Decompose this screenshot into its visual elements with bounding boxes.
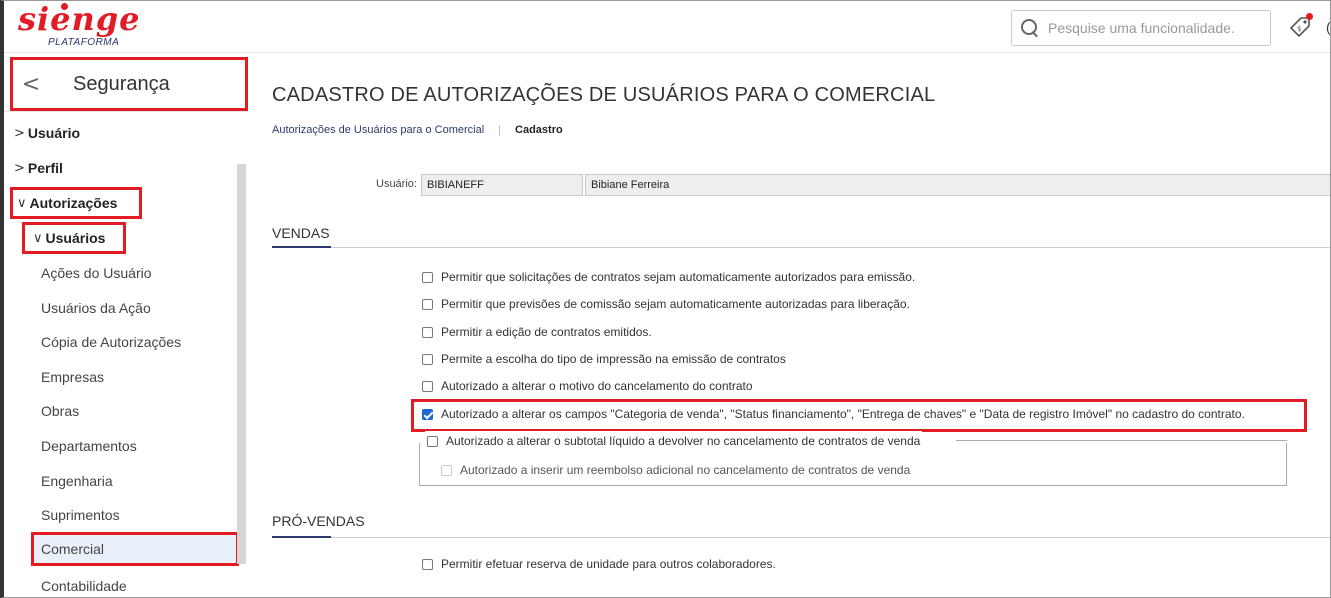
checkbox[interactable] (422, 271, 433, 283)
option-label: Autorizado a alterar o motivo do cancela… (441, 379, 753, 393)
option-label: Autorizado a alterar o subtotal líquido … (446, 434, 921, 448)
svg-text:$: $ (1297, 25, 1301, 33)
breadcrumb-link[interactable]: Autorizações de Usuários para o Comercia… (272, 124, 484, 136)
sidebar-item-autorizacoes[interactable]: ∨ Autorizações (10, 187, 142, 219)
option-label: Autorizado a inserir um reembolso adicio… (460, 463, 911, 477)
checkbox[interactable] (422, 353, 433, 365)
chevron-right-icon: > (14, 160, 25, 176)
sidebar-item-usuarios[interactable]: ∨ Usuários (22, 222, 126, 254)
option-auto-authorize-commission[interactable]: Permitir que previsões de comissão sejam… (422, 294, 910, 314)
logo-wordmark: sienge (18, 0, 141, 38)
sidebar-subitem[interactable]: Departamentos (41, 431, 137, 461)
option-label: Permitir a edição de contratos emitidos. (441, 325, 652, 339)
back-chevron-icon[interactable]: < (13, 72, 49, 97)
app-window: sienge PLATAFORMA $ ( < Segurança > Usuá… (0, 0, 1331, 598)
sidebar-header: < Segurança (10, 57, 248, 111)
chevron-right-icon: > (14, 125, 25, 141)
sidebar-divider (4, 111, 248, 112)
option-label: Permitir que solicitações de contratos s… (441, 270, 916, 284)
breadcrumb: Autorizações de Usuários para o Comercia… (272, 124, 563, 136)
sidebar-subitem[interactable]: Ações do Usuário (41, 258, 152, 288)
section-divider (272, 537, 1330, 538)
search-box[interactable] (1011, 10, 1271, 46)
section-title-vendas: VENDAS (272, 225, 330, 241)
notification-dot (1306, 13, 1313, 20)
sidebar-item-label: Autorizações (29, 195, 118, 211)
section-accent (272, 536, 331, 538)
logo-subtitle: PLATAFORMA (48, 37, 120, 48)
chevron-down-icon: ∨ (33, 230, 43, 246)
sidebar-subitem[interactable]: Cópia de Autorizações (41, 327, 181, 357)
option-reserve-units[interactable]: Permitir efetuar reserva de unidade para… (422, 554, 776, 574)
sidebar-item-label: Perfil (27, 160, 63, 176)
sidebar-item-label: Usuários (45, 230, 106, 246)
page-title: CADASTRO DE AUTORIZAÇÕES DE USUÁRIOS PAR… (272, 84, 936, 106)
option-label: Permitir efetuar reserva de unidade para… (441, 557, 776, 571)
sidebar-subitem[interactable]: Empresas (41, 362, 104, 392)
sidebar-subitem[interactable]: Contabilidade (41, 571, 127, 597)
option-edit-contracts[interactable]: Permitir a edição de contratos emitidos. (422, 322, 652, 342)
option-label: Permitir que previsões de comissão sejam… (441, 297, 910, 311)
option-net-subtotal[interactable]: Autorizado a alterar o subtotal líquido … (425, 431, 923, 451)
checkbox-disabled (441, 464, 452, 476)
sidebar-subitem-comercial[interactable]: Comercial (31, 532, 239, 566)
sidebar-subitem[interactable]: Suprimentos (41, 500, 120, 530)
user-row: Usuário: BIBIANEFF Bibiane Ferreira (272, 174, 1330, 196)
option-auto-authorize-contracts[interactable]: Permitir que solicitações de contratos s… (422, 267, 915, 287)
checkbox[interactable] (422, 558, 433, 570)
sidebar-item-usuario[interactable]: > Usuário (14, 118, 80, 148)
sidebar: < Segurança > Usuário > Perfil ∨ Autoriz… (4, 54, 248, 597)
sidebar-subitem[interactable]: Obras (41, 396, 79, 426)
search-input[interactable] (1048, 20, 1268, 36)
checkbox[interactable] (422, 298, 433, 310)
search-icon (1020, 18, 1040, 38)
checkbox[interactable] (427, 435, 438, 447)
main-content: CADASTRO DE AUTORIZAÇÕES DE USUÁRIOS PAR… (272, 54, 1330, 597)
option-cancel-reason[interactable]: Autorizado a alterar o motivo do cancela… (422, 376, 753, 396)
checkbox[interactable] (422, 326, 433, 338)
chevron-down-icon: ∨ (17, 195, 27, 211)
user-code-field: BIBIANEFF (421, 174, 583, 196)
sidebar-item-perfil[interactable]: > Perfil (14, 153, 63, 183)
user-label: Usuário: (376, 178, 417, 190)
breadcrumb-current: Cadastro (515, 124, 563, 136)
sidebar-title: Segurança (73, 72, 170, 95)
sidebar-subitem[interactable]: Usuários da Ação (41, 293, 151, 323)
cut-off-text: ( (1326, 19, 1331, 35)
sidebar-subitem[interactable]: Engenharia (41, 466, 113, 496)
checkbox[interactable] (422, 380, 433, 392)
sidebar-scrollbar[interactable] (237, 164, 246, 564)
option-label: Autorizado a alterar os campos "Categori… (441, 407, 1245, 421)
section-accent (272, 246, 331, 248)
top-bar: sienge PLATAFORMA $ ( (4, 1, 1331, 53)
option-additional-refund: Autorizado a inserir um reembolso adicio… (441, 460, 910, 480)
option-print-type[interactable]: Permite a escolha do tipo de impressão n… (422, 349, 786, 369)
sienge-logo[interactable]: sienge PLATAFORMA (14, 1, 174, 50)
breadcrumb-separator: | (498, 124, 502, 136)
section-title-pro-vendas: PRÓ-VENDAS (272, 513, 365, 529)
option-label: Permite a escolha do tipo de impressão n… (441, 352, 786, 366)
section-divider (272, 247, 1330, 248)
user-name-field: Bibiane Ferreira (585, 174, 1330, 196)
logo-dot (61, 3, 68, 10)
fieldset-top-border (956, 440, 1287, 441)
sidebar-item-label: Usuário (27, 125, 81, 141)
checkbox-checked[interactable] (422, 408, 433, 420)
option-contract-fields[interactable]: Autorizado a alterar os campos "Categori… (422, 404, 1245, 424)
